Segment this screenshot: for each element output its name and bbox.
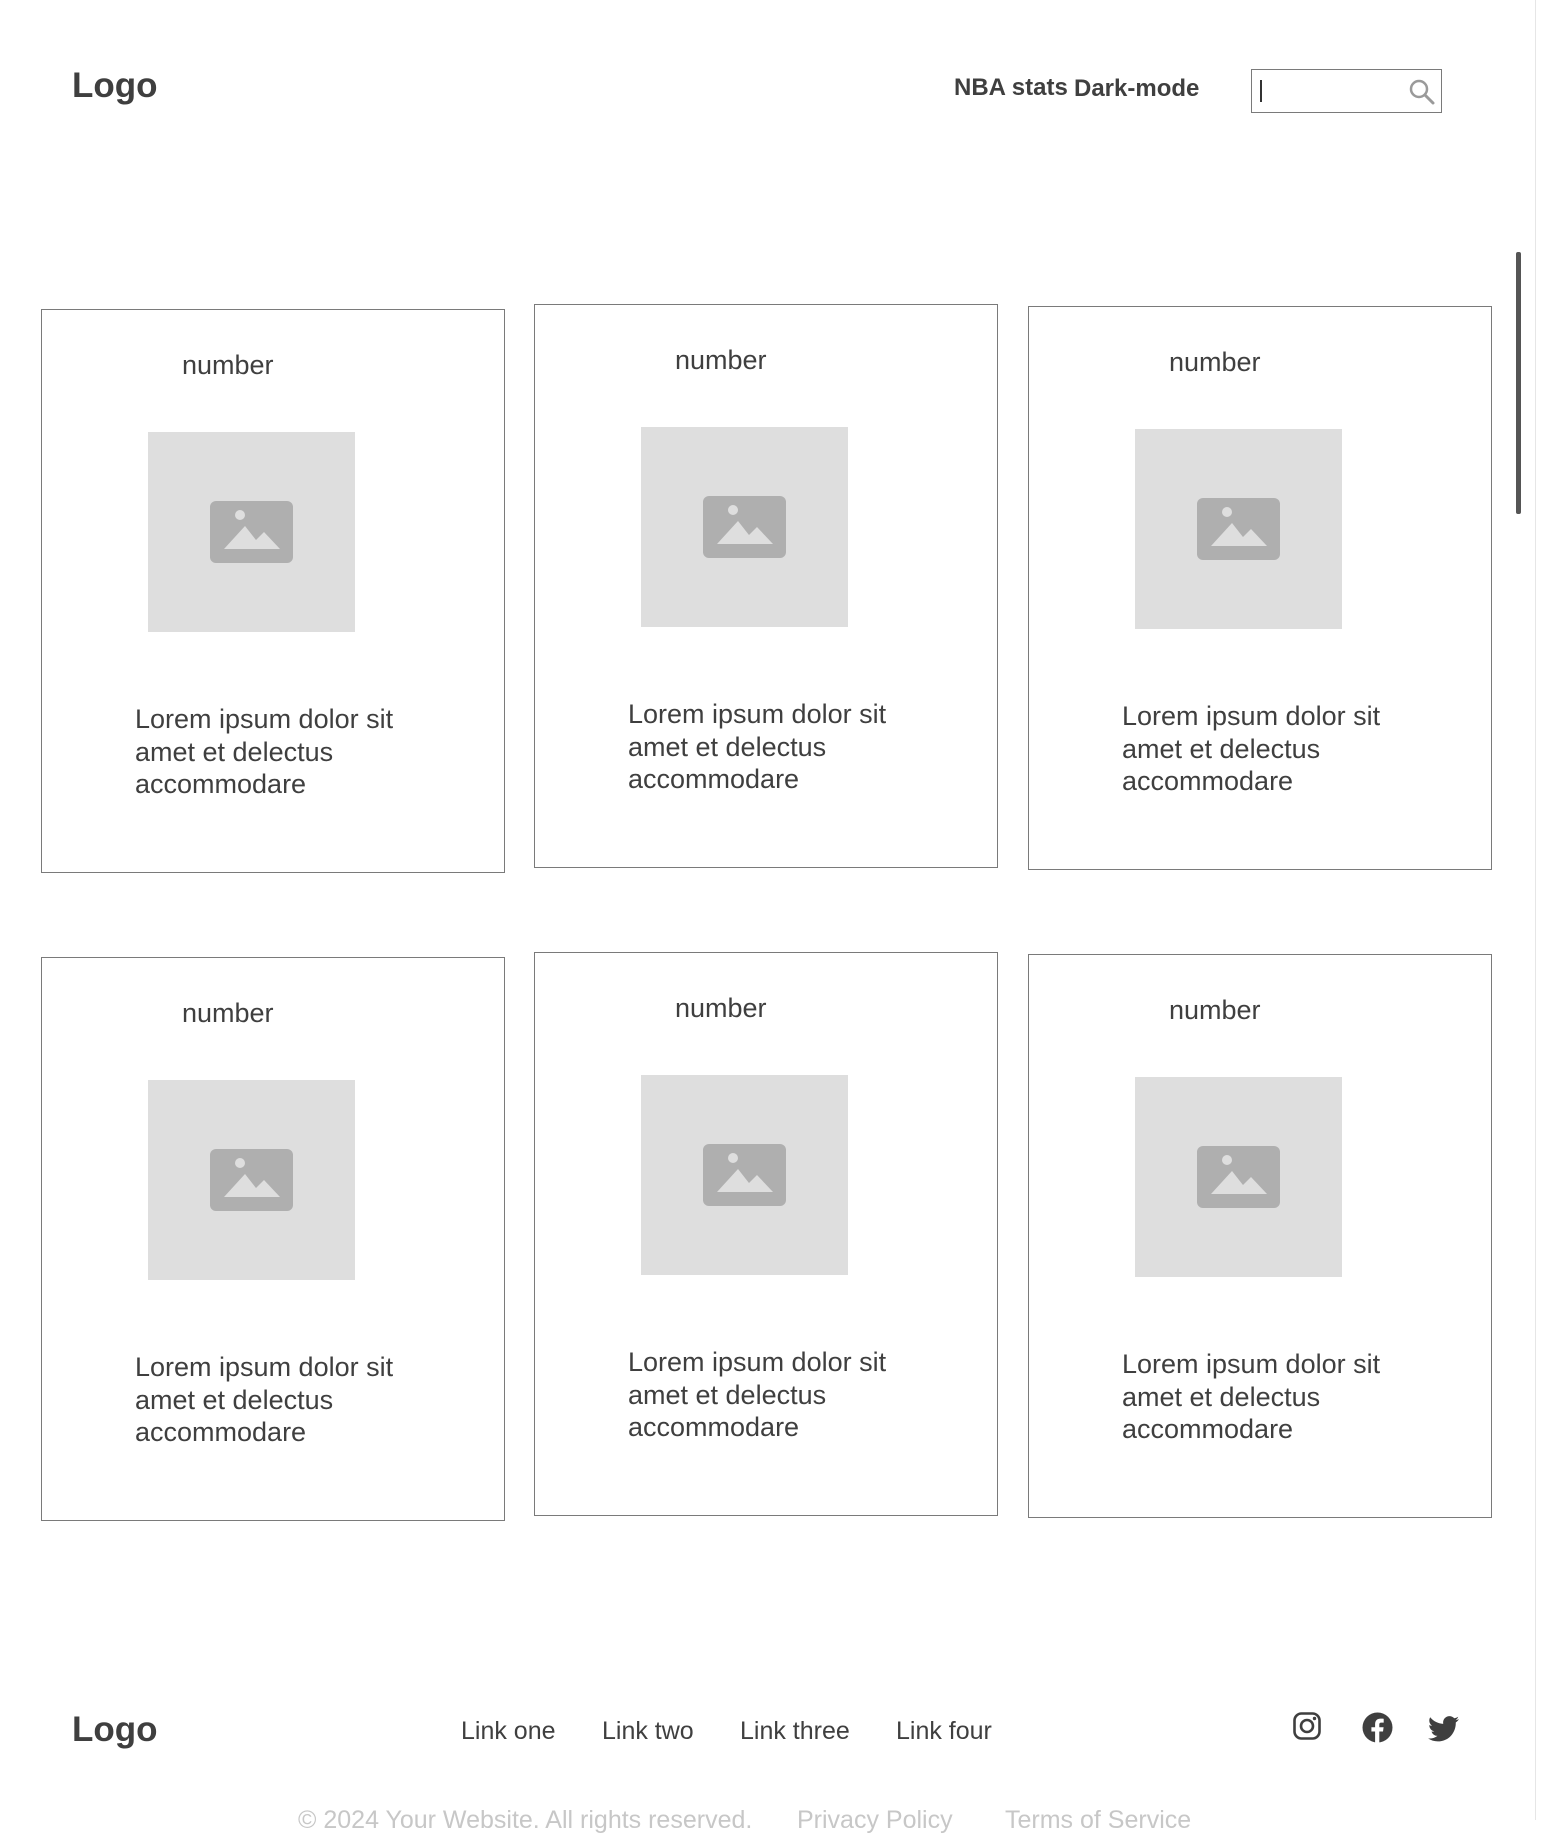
card-number: number bbox=[1169, 995, 1261, 1025]
image-placeholder bbox=[148, 1080, 355, 1280]
card-3[interactable]: number Lorem ipsum dolor sit amet et del… bbox=[1028, 306, 1492, 870]
card-2[interactable]: number Lorem ipsum dolor sit amet et del… bbox=[534, 304, 998, 868]
footer-link-one[interactable]: Link one bbox=[461, 1717, 556, 1746]
search-icon[interactable] bbox=[1407, 77, 1437, 107]
search-input[interactable] bbox=[1251, 69, 1442, 113]
card-description: Lorem ipsum dolor sit amet et delectus a… bbox=[1122, 1349, 1381, 1444]
card-number: number bbox=[182, 998, 274, 1028]
footer-link-four[interactable]: Link four bbox=[896, 1717, 992, 1746]
instagram-icon[interactable] bbox=[1292, 1711, 1322, 1741]
card-number: number bbox=[675, 993, 767, 1023]
card-description: Lorem ipsum dolor sit amet et delectus a… bbox=[135, 1352, 394, 1447]
card-number: number bbox=[675, 345, 767, 375]
nav-nba-stats[interactable]: NBA stats bbox=[954, 74, 1068, 102]
facebook-icon[interactable] bbox=[1362, 1712, 1393, 1743]
privacy-policy-link[interactable]: Privacy Policy bbox=[797, 1806, 953, 1835]
terms-of-service-link[interactable]: Terms of Service bbox=[1005, 1806, 1191, 1835]
image-placeholder-icon bbox=[210, 1149, 293, 1211]
card-5[interactable]: number Lorem ipsum dolor sit amet et del… bbox=[534, 952, 998, 1516]
image-placeholder-icon bbox=[703, 1144, 786, 1206]
card-1[interactable]: number Lorem ipsum dolor sit amet et del… bbox=[41, 309, 505, 873]
card-number: number bbox=[1169, 347, 1261, 377]
footer-link-three[interactable]: Link three bbox=[740, 1717, 850, 1746]
image-placeholder-icon bbox=[210, 501, 293, 563]
header-logo[interactable]: Logo bbox=[72, 66, 158, 106]
card-description: Lorem ipsum dolor sit amet et delectus a… bbox=[628, 1347, 887, 1442]
image-placeholder-icon bbox=[1197, 498, 1280, 560]
twitter-icon[interactable] bbox=[1428, 1716, 1459, 1742]
nav-dark-mode[interactable]: Dark-mode bbox=[1074, 75, 1199, 103]
image-placeholder bbox=[148, 432, 355, 632]
image-placeholder-icon bbox=[703, 496, 786, 558]
image-placeholder bbox=[641, 427, 848, 627]
copyright-text: © 2024 Your Website. All rights reserved… bbox=[298, 1806, 753, 1834]
card-description: Lorem ipsum dolor sit amet et delectus a… bbox=[628, 699, 887, 794]
card-4[interactable]: number Lorem ipsum dolor sit amet et del… bbox=[41, 957, 505, 1521]
card-description: Lorem ipsum dolor sit amet et delectus a… bbox=[1122, 701, 1381, 796]
image-placeholder bbox=[1135, 429, 1342, 629]
image-placeholder bbox=[641, 1075, 848, 1275]
text-caret bbox=[1260, 80, 1262, 102]
card-6[interactable]: number Lorem ipsum dolor sit amet et del… bbox=[1028, 954, 1492, 1518]
card-description: Lorem ipsum dolor sit amet et delectus a… bbox=[135, 704, 394, 799]
footer-link-two[interactable]: Link two bbox=[602, 1717, 694, 1746]
scrollbar-thumb[interactable] bbox=[1516, 252, 1521, 514]
card-number: number bbox=[182, 350, 274, 380]
image-placeholder bbox=[1135, 1077, 1342, 1277]
footer-logo[interactable]: Logo bbox=[72, 1710, 158, 1750]
page-edge-divider bbox=[1535, 0, 1536, 1820]
image-placeholder-icon bbox=[1197, 1146, 1280, 1208]
